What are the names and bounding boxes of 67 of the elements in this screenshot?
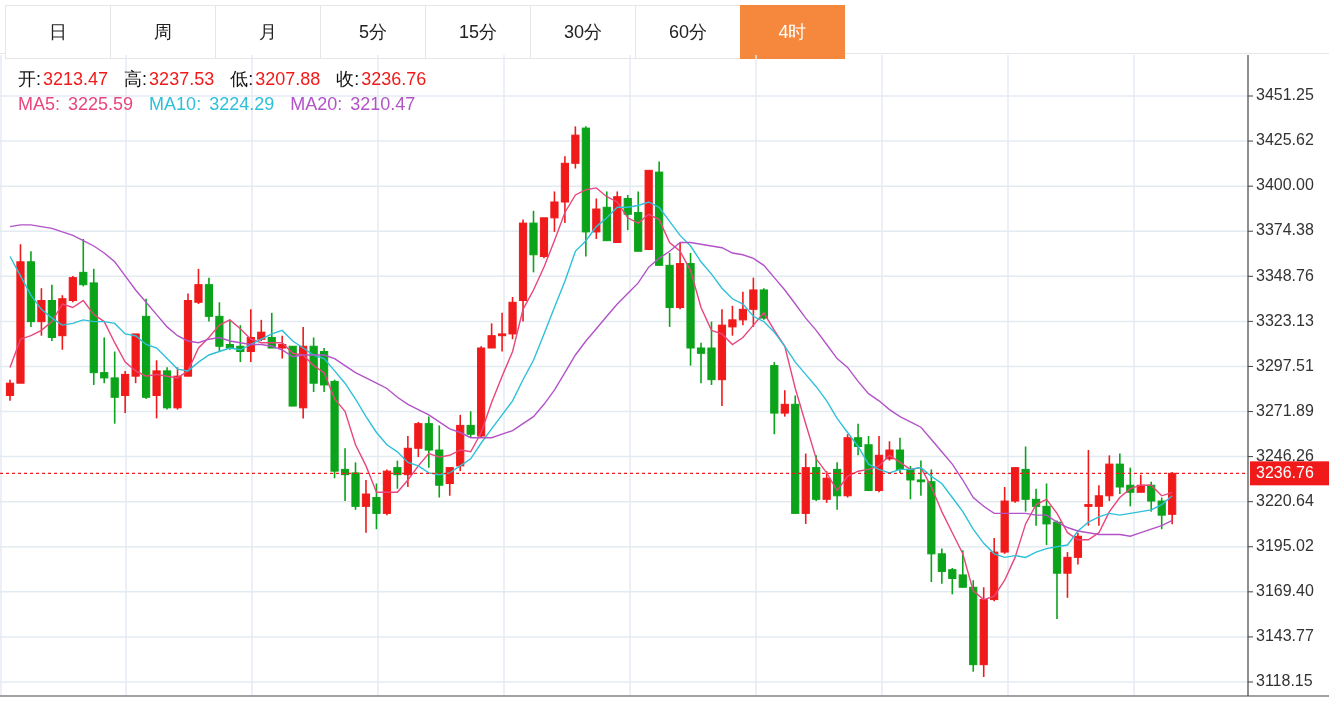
candlestick xyxy=(1000,486,1009,555)
legend-value: 3207.88 xyxy=(255,68,321,91)
axis-label: 3271.89 xyxy=(1256,401,1314,419)
axis-label: 3118.15 xyxy=(1256,672,1313,690)
candlestick xyxy=(246,308,255,363)
period-tab[interactable]: 15分 xyxy=(425,5,530,59)
ref-line-label: 3236.76 xyxy=(1256,463,1314,481)
legend-value: 3210.47 xyxy=(350,93,416,116)
period-tab[interactable]: 30分 xyxy=(530,5,635,59)
legend-label: 开: xyxy=(18,68,41,91)
legend-value: 3224.29 xyxy=(209,93,275,116)
period-tab[interactable]: 5分 xyxy=(320,5,425,59)
legend-label: MA5: xyxy=(18,93,61,116)
candlestick xyxy=(738,290,747,326)
candlestick xyxy=(1105,454,1114,502)
axis-label: 3220.64 xyxy=(1256,491,1314,509)
candlestick xyxy=(1168,471,1177,525)
candlestick xyxy=(1157,496,1166,530)
period-tab[interactable]: 月 xyxy=(215,5,320,59)
candlestick xyxy=(1115,452,1124,495)
candlestick xyxy=(948,567,957,596)
period-tab[interactable]: 周 xyxy=(110,5,215,59)
legend-label: MA10: xyxy=(149,93,202,116)
axis-label: 3169.40 xyxy=(1256,582,1314,600)
candlestick xyxy=(131,333,140,384)
legend-value: 3237.53 xyxy=(149,68,215,91)
candlestick xyxy=(634,190,643,253)
legend-value: 3236.76 xyxy=(361,68,427,91)
axis-label: 3143.77 xyxy=(1256,627,1314,645)
axis-label: 3348.76 xyxy=(1256,266,1314,284)
legend-label: MA20: xyxy=(290,93,343,116)
candlestick xyxy=(916,459,925,497)
candlestick xyxy=(351,461,360,511)
candlestick xyxy=(958,549,967,589)
axis-label: 3400.00 xyxy=(1256,176,1314,194)
legend-label: 收: xyxy=(336,68,360,91)
legend-label: 低: xyxy=(230,68,254,91)
candlestick xyxy=(833,461,842,511)
axis-label: 3451.25 xyxy=(1256,86,1314,104)
price-tag: 3236.76 xyxy=(1250,461,1329,486)
period-tab[interactable]: 60分 xyxy=(635,5,740,59)
candlestick xyxy=(990,537,999,603)
axis-label: 3374.38 xyxy=(1256,221,1314,239)
legend-value: 3213.47 xyxy=(43,68,109,91)
candlestick xyxy=(47,283,56,342)
candlestick xyxy=(236,324,245,363)
candlestick xyxy=(162,366,172,411)
candlestick xyxy=(498,312,507,353)
candlestick xyxy=(382,468,391,516)
candlestick xyxy=(602,190,611,242)
candlestick xyxy=(204,276,214,323)
axis-label: 3425.62 xyxy=(1256,131,1314,149)
candlestick xyxy=(592,197,601,240)
legend-label: 高: xyxy=(124,68,148,91)
axis-label: 3297.51 xyxy=(1256,356,1314,374)
candlestick xyxy=(906,465,915,501)
axis-label: 3246.26 xyxy=(1256,446,1314,464)
candlestick xyxy=(1147,480,1156,513)
candlestick xyxy=(361,479,371,534)
legend-value: 3225.59 xyxy=(68,93,134,116)
axis-label: 3195.02 xyxy=(1256,537,1314,554)
axis-label: 3323.13 xyxy=(1256,311,1314,329)
period-tab[interactable]: 日 xyxy=(5,5,110,59)
candlestick xyxy=(812,454,821,502)
candlestick xyxy=(1073,531,1083,566)
candlestick xyxy=(372,482,381,530)
candlestick xyxy=(121,370,130,414)
